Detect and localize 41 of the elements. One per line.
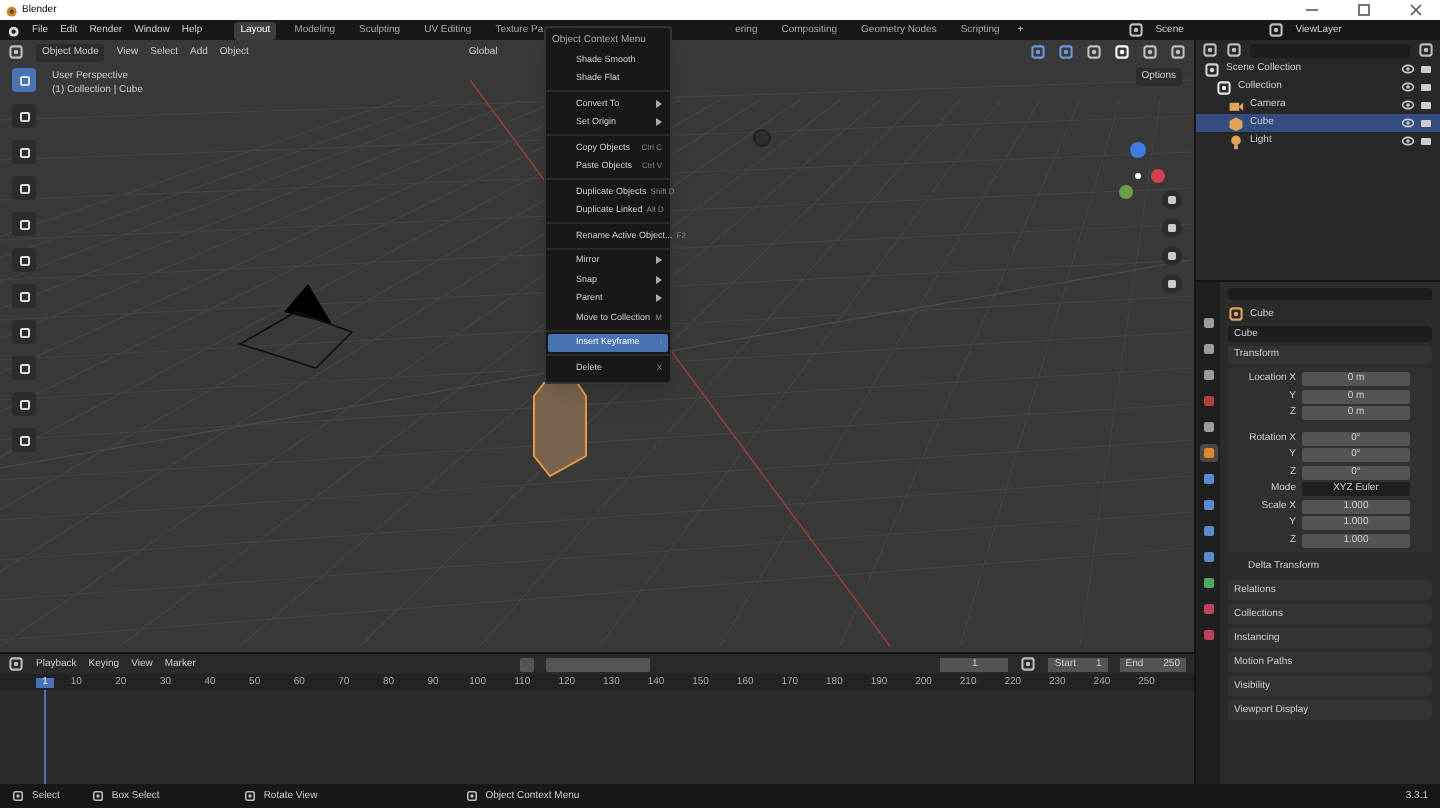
bulb-icon <box>1228 133 1244 149</box>
toolbar-tool[interactable] <box>12 212 36 236</box>
properties-tab[interactable] <box>1199 626 1217 644</box>
eye-icon[interactable] <box>1402 136 1414 146</box>
minimize-icon[interactable] <box>1304 4 1320 16</box>
toolbar-tool[interactable] <box>12 428 36 452</box>
properties-tab[interactable] <box>1199 574 1217 592</box>
toolbar-tool[interactable] <box>12 356 36 380</box>
toolbar-tool[interactable] <box>12 248 36 272</box>
close-icon[interactable] <box>1408 4 1424 16</box>
eye-icon[interactable] <box>1402 64 1414 74</box>
toolbar-tool[interactable] <box>12 68 36 92</box>
properties-tab[interactable] <box>1199 496 1217 514</box>
properties-tab[interactable] <box>1199 314 1217 332</box>
properties-tab[interactable] <box>1199 392 1217 410</box>
toolbar-tool[interactable] <box>12 104 36 128</box>
eye-icon[interactable] <box>1402 118 1414 128</box>
eye-icon[interactable] <box>1402 100 1414 110</box>
properties-tab[interactable] <box>1199 470 1217 488</box>
toolbar-tool[interactable] <box>12 392 36 416</box>
light-icon <box>752 128 772 148</box>
submenu-arrow-icon <box>656 256 662 265</box>
submenu-arrow-icon <box>656 294 662 303</box>
playhead-line <box>44 690 46 784</box>
submenu-arrow-icon <box>656 118 662 127</box>
properties-tab[interactable] <box>1199 418 1217 436</box>
properties-tab[interactable] <box>1199 366 1217 384</box>
properties-tab[interactable] <box>1199 548 1217 566</box>
toolbar-tool[interactable] <box>12 320 36 344</box>
eye-icon[interactable] <box>1402 82 1414 92</box>
properties-tab[interactable] <box>1199 444 1217 462</box>
cube-icon <box>1228 115 1244 131</box>
submenu-arrow-icon <box>656 275 662 284</box>
submenu-arrow-icon <box>656 99 662 108</box>
toolbar-tool[interactable] <box>12 176 36 200</box>
maximize-icon[interactable] <box>1356 4 1372 16</box>
properties-tab[interactable] <box>1199 522 1217 540</box>
toolbar-tool[interactable] <box>12 140 36 164</box>
properties-tab[interactable] <box>1199 340 1217 358</box>
toolbar-tool[interactable] <box>12 284 36 308</box>
properties-tab[interactable] <box>1199 600 1217 618</box>
